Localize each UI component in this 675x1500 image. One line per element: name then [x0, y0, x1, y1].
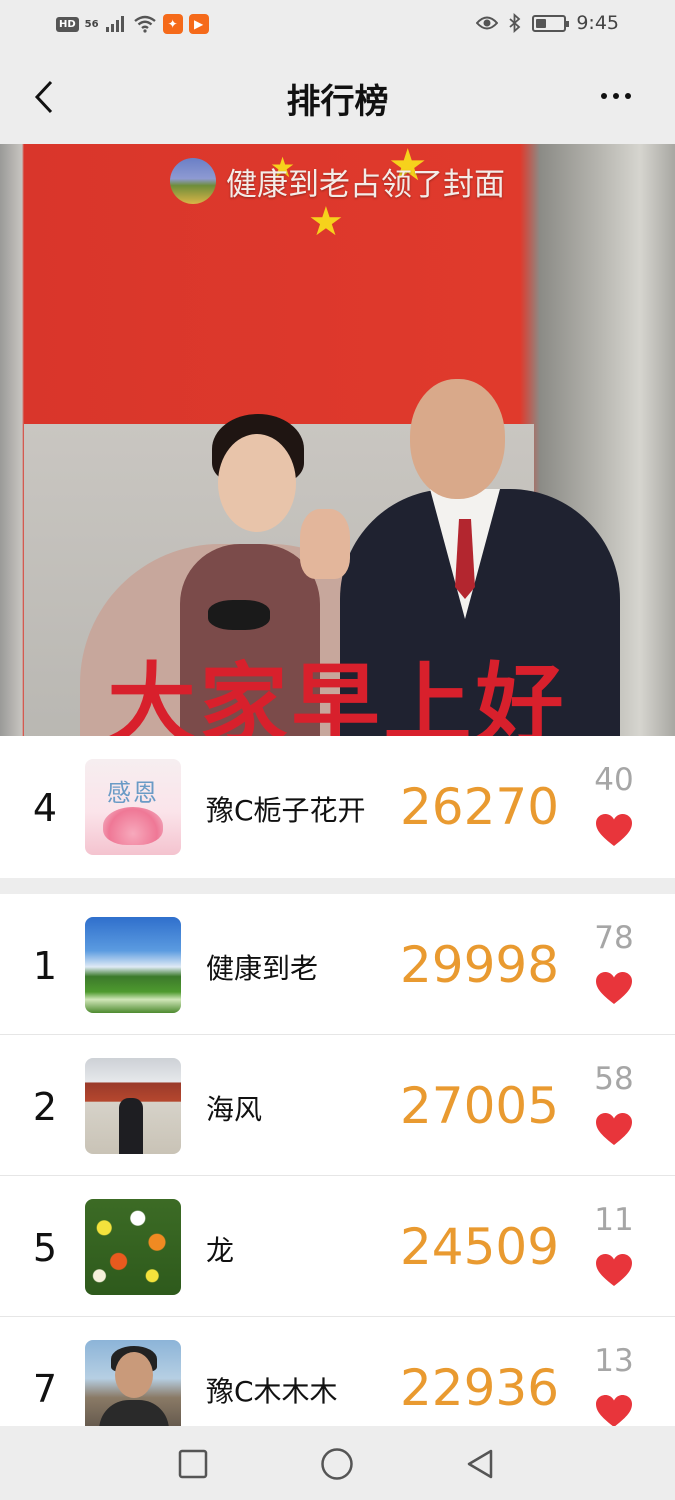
list-item[interactable]: 1 健康到老 29998 78 [0, 894, 675, 1035]
avatar[interactable] [85, 1340, 181, 1426]
avatar[interactable] [85, 917, 181, 1013]
recent-apps-button[interactable] [173, 1444, 213, 1484]
waving-hand [300, 509, 350, 579]
avatar-text: 感恩 [107, 779, 159, 807]
wifi-icon [133, 15, 156, 33]
avatar[interactable]: 感恩 [85, 759, 181, 855]
heart-icon[interactable] [595, 1112, 633, 1146]
list-item[interactable]: 7 豫C木木木 22936 13 [0, 1317, 675, 1426]
status-right-group: 9:45 [476, 12, 619, 34]
network-type: 56 [84, 18, 99, 30]
rank-number: 7 [32, 1367, 58, 1411]
rank-number: 2 [32, 1085, 58, 1129]
eye-icon [476, 16, 499, 30]
page-title: 排行榜 [286, 82, 389, 122]
list-item[interactable]: 5 龙 24509 11 [0, 1176, 675, 1317]
cover-image[interactable]: ★ ★ ★ 健康到老占领了封面 大家早上好 [0, 144, 675, 736]
rank-number: 1 [32, 944, 58, 988]
man-face [410, 379, 505, 499]
flag-star-icon: ★ [308, 199, 344, 245]
cover-owner-avatar[interactable] [170, 158, 216, 204]
more-dot [601, 93, 607, 99]
avatar-body [99, 1400, 169, 1426]
cover-greeting: 大家早上好 [107, 652, 568, 736]
my-rank-content: 4 感恩 豫C栀子花开 26270 40 [0, 736, 675, 877]
video-app-icon: ▶ [188, 14, 209, 34]
home-button[interactable] [317, 1444, 357, 1484]
step-count: 26270 [400, 778, 560, 836]
avatar[interactable] [85, 1058, 181, 1154]
rank-number: 4 [32, 786, 58, 830]
battery-level [536, 18, 547, 28]
heart-icon[interactable] [595, 1394, 633, 1426]
like-count: 11 [594, 1202, 634, 1238]
triangle-back-icon [467, 1449, 493, 1479]
step-count: 22936 [400, 1359, 560, 1417]
like-count: 40 [594, 762, 634, 798]
heart-icon[interactable] [595, 971, 633, 1005]
nav-bar: 排行榜 [0, 50, 675, 144]
my-rank-row[interactable]: 4 感恩 豫C栀子花开 26270 40 [0, 736, 675, 878]
step-count: 29998 [400, 936, 560, 994]
circle-home-icon [321, 1448, 353, 1480]
more-button[interactable] [591, 76, 641, 116]
ranking-list: 1 健康到老 29998 78 2 海风 27005 58 5 龙 24509 … [0, 894, 675, 1426]
rank-number: 5 [32, 1226, 58, 1270]
clutch-bag [208, 600, 270, 630]
square-recent-icon [178, 1449, 208, 1479]
cover-caption: 健康到老占领了封面 [0, 158, 675, 204]
heart-icon[interactable] [595, 813, 633, 847]
battery-icon [532, 14, 570, 32]
like-count: 58 [594, 1061, 634, 1097]
bluetooth-icon [509, 13, 521, 33]
avatar-person [119, 1098, 143, 1154]
hd-badge: HD [56, 16, 79, 32]
step-count: 27005 [400, 1077, 560, 1135]
status-time: 9:45 [576, 12, 619, 34]
system-back-button[interactable] [460, 1444, 500, 1484]
status-left-group: HD 56 ✦ ▶ [56, 14, 209, 34]
woman-face [218, 434, 296, 532]
user-name: 龙 [206, 1234, 235, 1267]
lotus-icon [103, 807, 163, 845]
app-icon-orange: ✦ [162, 14, 183, 34]
avatar[interactable] [85, 1199, 181, 1295]
user-name: 豫C栀子花开 [206, 794, 366, 827]
step-count: 24509 [400, 1218, 560, 1276]
user-name: 海风 [206, 1093, 263, 1126]
avatar-face [115, 1352, 153, 1398]
system-navigation-bar [0, 1426, 675, 1500]
more-dot [625, 93, 631, 99]
user-name: 豫C木木木 [206, 1375, 338, 1408]
list-item[interactable]: 2 海风 27005 58 [0, 1035, 675, 1176]
signal-icon [105, 16, 124, 32]
like-count: 13 [594, 1343, 634, 1379]
like-count: 78 [594, 920, 634, 956]
user-name: 健康到老 [206, 952, 319, 985]
status-bar: HD 56 ✦ ▶ 9:45 [0, 0, 675, 50]
cover-caption-text: 健康到老占领了封面 [226, 166, 505, 203]
heart-icon[interactable] [595, 1253, 633, 1287]
more-dot [613, 93, 619, 99]
